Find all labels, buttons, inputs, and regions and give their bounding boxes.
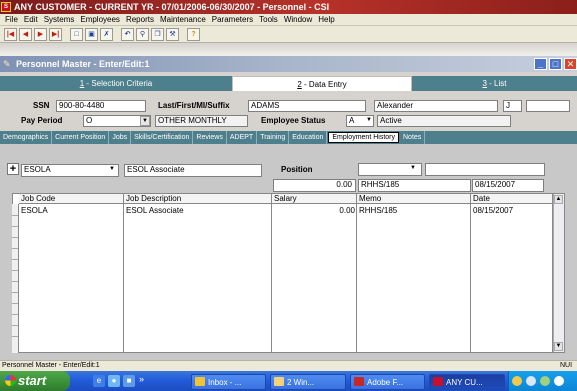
new-record-icon[interactable]: □ [70,27,83,41]
toolbar-divider [0,43,577,56]
tray-volume-icon[interactable] [554,376,564,386]
memo-field[interactable]: RHHS/185 [358,179,471,192]
employee-status-dropdown-icon[interactable]: ▼ [364,116,374,126]
tray-network-icon[interactable] [526,376,536,386]
maximize-button[interactable]: □ [549,58,562,70]
find-icon[interactable]: ⚲ [136,27,149,41]
menu-reports[interactable]: Reports [123,15,157,24]
pay-period-description: OTHER MONTHLY [155,115,248,127]
tray-security-icon[interactable] [540,376,550,386]
employee-status-description: Active [377,115,511,127]
job-code-dropdown-icon[interactable]: ▼ [107,165,117,175]
undo-icon[interactable]: ↶ [121,27,134,41]
column-header-salary[interactable]: Salary [272,194,357,204]
job-code-select[interactable]: ESOLA [21,164,119,177]
menu-parameters[interactable]: Parameters [209,15,256,24]
tab-selection-criteria[interactable]: 1 - Selection Criteria [0,76,232,91]
salary-field[interactable]: 0.00 [273,179,356,192]
table-row-date[interactable]: 08/15/2007 [471,205,553,216]
position-dropdown-icon[interactable]: ▼ [408,164,418,174]
status-bar: Personnel Master - Enter/Edit:1 [0,360,577,371]
inbox-app-icon [195,377,205,386]
menu-window[interactable]: Window [281,15,315,24]
menu-bar: File Edit Systems Employees Reports Main… [0,14,577,26]
folder-app-icon [274,377,284,386]
tab-data-entry[interactable]: 2 - Data Entry [232,76,412,91]
pay-period-dropdown-icon[interactable]: ▼ [140,116,150,126]
column-header-memo[interactable]: Memo [357,194,471,204]
column-header-job-code[interactable]: Job Code [19,194,124,204]
menu-tools[interactable]: Tools [256,15,281,24]
job-description-field[interactable]: ESOL Associate [124,164,262,177]
windows-logo-icon [5,375,16,386]
column-header-date[interactable]: Date [471,194,553,204]
subtab-adept[interactable]: ADEPT [227,131,258,144]
subtab-training[interactable]: Training [257,131,290,144]
toolbar: |◀ ◀ ▶ ▶| □ ▣ ✗ ↶ ⚲ ❐ ⚒ ? [0,26,577,43]
pay-period-label: Pay Period [21,116,63,125]
scroll-down-icon[interactable]: ▼ [554,342,563,351]
quick-launch-desktop-icon[interactable]: ■ [123,375,135,387]
quick-launch-ie-icon[interactable]: e [93,375,105,387]
app-logo-icon: S [1,2,11,12]
any-customer-app-icon [433,377,443,386]
middle-initial-field[interactable]: J [503,100,522,112]
subtab-current-position[interactable]: Current Position [52,131,110,144]
menu-edit[interactable]: Edit [21,15,41,24]
delete-icon[interactable]: ✗ [100,27,113,41]
ssn-label: SSN [33,101,50,110]
tools-icon[interactable]: ⚒ [166,27,179,41]
save-icon[interactable]: ▣ [85,27,98,41]
table-row-salary[interactable]: 0.00 [272,205,355,216]
tray-info-icon[interactable] [512,376,522,386]
subtab-education[interactable]: Education [289,131,328,144]
menu-employees[interactable]: Employees [77,15,123,24]
last-record-icon[interactable]: ▶| [49,27,62,41]
first-name-field[interactable]: Alexander [374,100,498,112]
scroll-up-icon[interactable]: ▲ [554,195,563,204]
app-title-bar: ANY CUSTOMER - CURRENT YR - 07/01/2006-0… [0,0,577,14]
employee-status-label: Employee Status [261,116,326,125]
first-record-icon[interactable]: |◀ [4,27,17,41]
menu-help[interactable]: Help [315,15,337,24]
previous-record-icon[interactable]: ◀ [19,27,32,41]
suffix-field[interactable] [526,100,570,112]
next-record-icon[interactable]: ▶ [34,27,47,41]
date-field[interactable]: 08/15/2007 [472,179,544,192]
menu-systems[interactable]: Systems [41,15,78,24]
menu-maintenance[interactable]: Maintenance [157,15,209,24]
column-header-job-description[interactable]: Job Description [124,194,272,204]
subtab-skills-certification[interactable]: Skills/Certification [131,131,194,144]
ssn-field[interactable]: 900-80-4480 [56,100,146,112]
subtab-employment-history[interactable]: Employment History [328,132,399,143]
help-icon[interactable]: ? [187,27,200,41]
tab-list[interactable]: 3 - List [412,76,577,91]
quick-launch-media-icon[interactable]: ● [108,375,120,387]
copy-icon[interactable]: ❐ [151,27,164,41]
position-extra-field[interactable] [425,163,545,176]
table-row-memo[interactable]: RHHS/185 [357,205,471,216]
add-row-icon[interactable]: + [7,163,19,175]
subtab-reviews[interactable]: Reviews [193,131,227,144]
child-window-title: Personnel Master - Enter/Edit:1 [0,56,577,72]
subtab-demographics[interactable]: Demographics [0,131,53,144]
sub-tab-bar: Demographics Current Position Jobs Skill… [0,131,577,144]
child-window-icon: ✎ [3,59,11,69]
close-button[interactable]: ✕ [564,58,577,70]
grid-vertical-scrollbar[interactable] [553,194,564,352]
name-label: Last/First/MI/Suffix [158,101,230,110]
subtab-notes[interactable]: Notes [400,131,426,144]
table-row-job-description[interactable]: ESOL Associate [124,205,272,216]
adobe-app-icon [354,377,364,386]
num-lock-indicator: NUI [560,362,573,369]
quick-launch-more-icon[interactable]: » [139,374,144,384]
position-label: Position [281,165,313,174]
last-name-field[interactable]: ADAMS [248,100,366,112]
table-row-job-code[interactable]: ESOLA [19,205,124,216]
subtab-jobs[interactable]: Jobs [109,131,132,144]
minimize-button[interactable]: _ [534,58,547,70]
menu-file[interactable]: File [2,15,21,24]
